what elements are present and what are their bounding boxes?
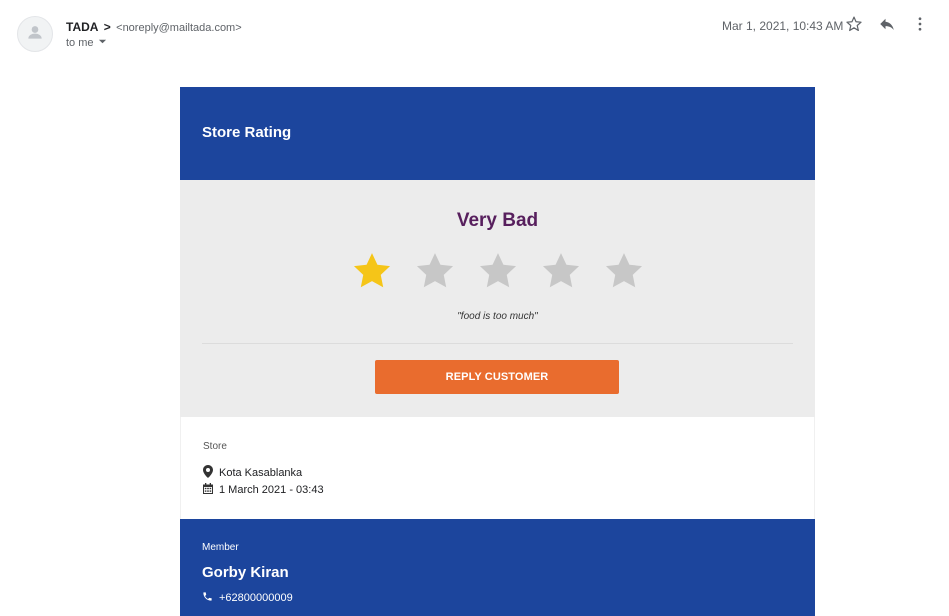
caret-down-icon (98, 37, 107, 49)
sender-email[interactable]: <noreply@mailtada.com> (116, 22, 242, 34)
reply-button[interactable] (876, 15, 898, 37)
store-datetime: 1 March 2021 - 03:43 (219, 484, 324, 496)
store-datetime-row: 1 March 2021 - 03:43 (203, 483, 324, 497)
email-date: Mar 1, 2021, 10:43 AM (722, 19, 844, 33)
sender-avatar[interactable] (17, 16, 53, 52)
sender-name[interactable]: TADA (66, 20, 98, 34)
member-phone[interactable]: +62800000009 (219, 592, 293, 604)
reply-customer-button[interactable]: REPLY CUSTOMER (375, 360, 619, 394)
star-icon (479, 253, 516, 288)
card-title: Store Rating (202, 124, 292, 141)
store-location-row: Kota Kasablanka (203, 465, 302, 481)
rating-label: Very Bad (456, 210, 539, 231)
more-vertical-icon (911, 15, 929, 38)
recipient-details-toggle[interactable]: to me (66, 37, 107, 49)
star-email-button[interactable] (843, 15, 865, 37)
divider (202, 343, 793, 344)
store-section-label: Store (203, 441, 227, 452)
rating-comment: "food is too much" (457, 311, 538, 322)
calendar-icon (203, 483, 213, 497)
store-name: Kota Kasablanka (219, 467, 303, 479)
more-options-button[interactable] (909, 15, 931, 37)
member-phone-row: +62800000009 (202, 591, 293, 605)
store-section: Store Kota Kasablanka 1 March 2021 - 03:… (180, 417, 815, 519)
email-view: TADA > <noreply@mailtada.com> to me Mar … (0, 0, 949, 616)
map-marker-icon (203, 465, 213, 481)
rating-section: Very Bad "food is too much" REPLY CUSTOM… (180, 180, 815, 417)
member-section: Member Gorby Kiran +62800000009 (180, 519, 815, 616)
email-body-card: Store Rating Very Bad "food is too much"… (180, 87, 815, 616)
member-section-label: Member (202, 542, 239, 553)
star-icon (542, 253, 579, 288)
reply-icon (878, 15, 896, 38)
card-header: Store Rating (180, 87, 815, 180)
member-name: Gorby Kiran (202, 564, 289, 581)
sender-line: TADA > <noreply@mailtada.com> (66, 20, 242, 35)
star-icon (605, 253, 642, 288)
recipient-text: to me (66, 37, 94, 49)
star-icon (416, 253, 453, 288)
star-outline-icon (845, 15, 863, 38)
phone-icon (202, 591, 213, 605)
star-icon (353, 253, 390, 288)
sender-arrow: > (103, 20, 111, 34)
rating-stars (180, 250, 815, 292)
person-icon (25, 22, 45, 47)
